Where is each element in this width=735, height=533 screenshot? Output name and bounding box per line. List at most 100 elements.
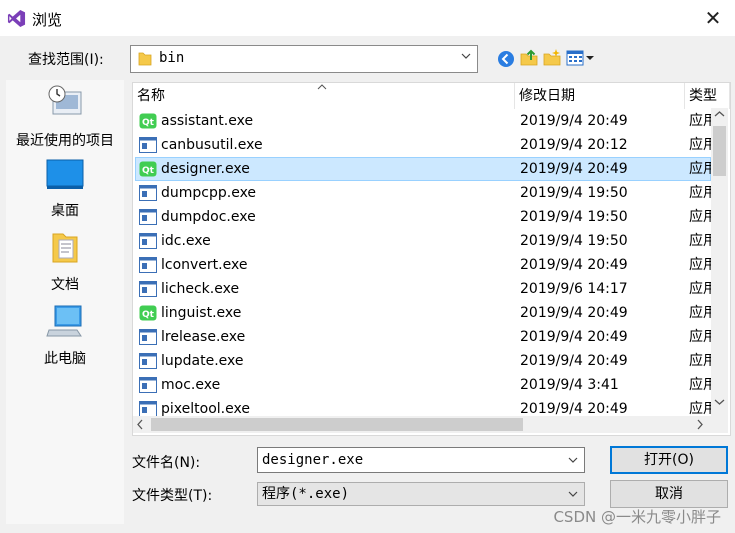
sort-arrow-icon [317, 84, 327, 90]
file-type: 应用程序 [689, 281, 711, 297]
svg-text:Qt: Qt [142, 310, 155, 320]
lookin-value: bin [159, 50, 185, 66]
visual-studio-icon [7, 9, 26, 28]
place-recent[interactable]: 最近使用的项目 [6, 84, 124, 150]
new-folder-icon[interactable] [542, 48, 562, 68]
qt-icon: Qt [139, 161, 157, 177]
file-modified: 2019/9/6 14:17 [520, 281, 628, 297]
computer-icon [46, 305, 82, 337]
file-row[interactable]: Qt designer.exe 2019/9/4 20:49 应用程序 [133, 157, 711, 181]
filename-value: designer.exe [262, 452, 364, 468]
window-title: 浏览 [32, 11, 63, 29]
file-row[interactable]: canbusutil.exe 2019/9/4 20:12 应用程序 [133, 133, 711, 157]
title-bar: 浏览 ✕ [0, 0, 735, 36]
column-header-name[interactable]: 名称 [133, 83, 515, 109]
file-list[interactable]: 名称 修改日期 类型 Qt assistant.exe 2019/9/4 20:49… [132, 82, 731, 436]
cancel-button[interactable]: 取消 [610, 480, 728, 508]
file-name: lupdate.exe [161, 353, 244, 369]
filename-input[interactable]: designer.exe [257, 447, 585, 473]
column-header-modified[interactable]: 修改日期 [515, 83, 685, 109]
close-button[interactable]: ✕ [699, 4, 727, 32]
svg-text:Qt: Qt [142, 118, 155, 128]
open-button[interactable]: 打开(O) [610, 446, 728, 474]
file-row[interactable]: licheck.exe 2019/9/6 14:17 应用程序 [133, 277, 711, 301]
exe-icon [139, 329, 157, 345]
scroll-down-icon[interactable] [714, 398, 725, 406]
exe-icon [139, 185, 157, 201]
folder-icon [138, 52, 152, 66]
view-menu-icon[interactable] [566, 49, 596, 67]
file-name: dumpcpp.exe [161, 185, 257, 201]
file-type: 应用程序 [689, 233, 711, 249]
place-computer-label: 此电脑 [44, 351, 86, 367]
file-row[interactable]: Qt linguist.exe 2019/9/4 20:49 应用程序 [133, 301, 711, 325]
scroll-left-icon[interactable] [136, 419, 144, 430]
file-row[interactable]: lrelease.exe 2019/9/4 20:49 应用程序 [133, 325, 711, 349]
exe-icon [139, 281, 157, 297]
horizontal-scrollbar[interactable] [133, 416, 711, 433]
file-row[interactable]: dumpcpp.exe 2019/9/4 19:50 应用程序 [133, 181, 711, 205]
vertical-scrollbar[interactable] [711, 108, 728, 416]
file-name: assistant.exe [161, 113, 254, 129]
file-modified: 2019/9/4 20:12 [520, 137, 628, 153]
file-modified: 2019/9/4 19:50 [520, 185, 628, 201]
file-modified: 2019/9/4 20:49 [520, 353, 628, 369]
exe-icon [139, 353, 157, 369]
file-name: designer.exe [161, 161, 250, 177]
file-row[interactable]: dumpdoc.exe 2019/9/4 19:50 应用程序 [133, 205, 711, 229]
filename-label: 文件名(N): [132, 455, 201, 471]
exe-icon [139, 233, 157, 249]
place-documents-label: 文档 [51, 277, 79, 293]
scroll-right-icon[interactable] [696, 419, 704, 430]
place-computer[interactable]: 此电脑 [6, 302, 124, 368]
vertical-scroll-thumb[interactable] [713, 126, 726, 176]
place-desktop-label: 桌面 [51, 203, 79, 219]
filetype-select[interactable]: 程序(*.exe) [257, 482, 585, 506]
file-name: idc.exe [161, 233, 211, 249]
file-type: 应用程序 [689, 137, 711, 153]
lookin-label: 查找范围(I): [28, 52, 104, 68]
exe-icon [139, 137, 157, 153]
file-type: 应用程序 [689, 353, 711, 369]
file-type: 应用程序 [689, 257, 711, 273]
column-type-label: 类型 [689, 88, 717, 104]
exe-icon [139, 257, 157, 273]
exe-icon [139, 401, 157, 417]
qt-icon: Qt [139, 113, 157, 129]
file-modified: 2019/9/4 20:49 [520, 161, 628, 177]
exe-icon [139, 209, 157, 225]
horizontal-scroll-thumb[interactable] [151, 418, 523, 431]
place-desktop[interactable]: 桌面 [6, 158, 124, 220]
file-name: canbusutil.exe [161, 137, 263, 153]
file-type: 应用程序 [689, 329, 711, 345]
chevron-down-icon[interactable] [568, 455, 578, 465]
up-folder-icon[interactable] [519, 48, 539, 68]
filetype-label: 文件类型(T): [132, 488, 213, 504]
desktop-icon [46, 159, 84, 189]
file-row[interactable]: Qt assistant.exe 2019/9/4 20:49 应用程序 [133, 109, 711, 133]
chevron-down-icon [461, 53, 471, 59]
svg-text:Qt: Qt [142, 166, 155, 176]
file-row[interactable]: lupdate.exe 2019/9/4 20:49 应用程序 [133, 349, 711, 373]
file-name: dumpdoc.exe [161, 209, 256, 225]
file-modified: 2019/9/4 20:49 [520, 257, 628, 273]
file-name: lconvert.exe [161, 257, 248, 273]
file-modified: 2019/9/4 19:50 [520, 233, 628, 249]
file-row[interactable]: lconvert.exe 2019/9/4 20:49 应用程序 [133, 253, 711, 277]
places-bar: 最近使用的项目 桌面 文档 此电脑 [6, 80, 124, 524]
scroll-corner [711, 416, 728, 433]
file-row[interactable]: idc.exe 2019/9/4 19:50 应用程序 [133, 229, 711, 253]
scroll-up-icon[interactable] [714, 110, 725, 118]
file-name: linguist.exe [161, 305, 242, 321]
place-documents[interactable]: 文档 [6, 230, 124, 294]
column-header-type[interactable]: 类型 [685, 83, 730, 109]
documents-icon [52, 233, 78, 263]
back-icon[interactable] [496, 49, 516, 69]
file-modified: 2019/9/4 20:49 [520, 113, 628, 129]
recent-icon [48, 85, 82, 115]
file-modified: 2019/9/4 3:41 [520, 377, 619, 393]
place-recent-label: 最近使用的项目 [16, 133, 114, 149]
file-row[interactable]: moc.exe 2019/9/4 3:41 应用程序 [133, 373, 711, 397]
qt-icon: Qt [139, 305, 157, 321]
lookin-combobox[interactable]: bin [130, 45, 478, 73]
